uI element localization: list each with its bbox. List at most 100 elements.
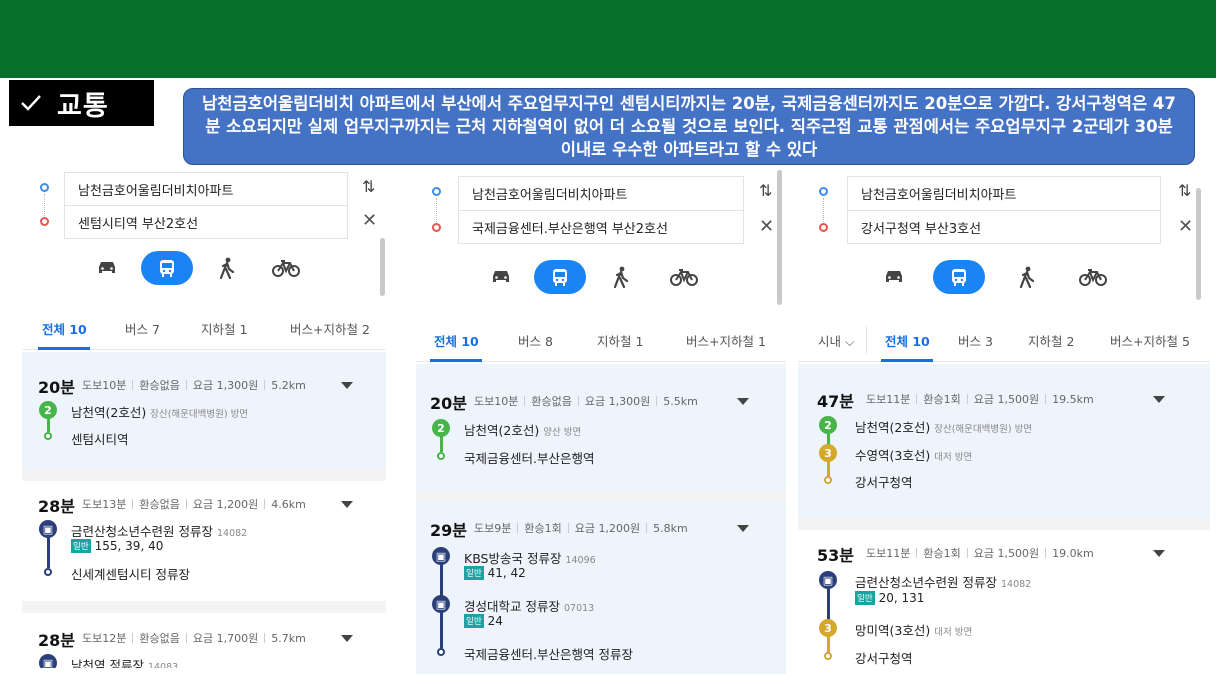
boarding-stop: 남천역 정류장 14083 xyxy=(71,658,179,668)
tab-all[interactable]: 전체 10 xyxy=(885,331,930,350)
filter-dropdown[interactable]: 시내 ⌵ xyxy=(818,331,854,350)
transit-mode-icon[interactable] xyxy=(141,251,193,285)
card-divider xyxy=(22,469,386,481)
tab-all[interactable]: 전체 10 xyxy=(42,319,87,338)
arrival-dot-icon xyxy=(437,648,445,656)
expand-caret-icon[interactable] xyxy=(341,635,353,642)
route-meta: 도보10분 환승없음 요금 1,300원 5.5km xyxy=(474,395,698,408)
close-icon[interactable]: ✕ xyxy=(1178,216,1193,237)
bus-icon: ▣ xyxy=(432,595,450,613)
route-duration: 28분 xyxy=(38,497,75,516)
bike-mode-icon[interactable] xyxy=(269,255,303,281)
route-duration: 29분 xyxy=(430,521,467,540)
destination-dot-icon xyxy=(819,223,828,232)
route-card[interactable]: 28분 도보12분 환승없음 요금 1,700원 5.7km ▣ 남천역 정류장 140… xyxy=(22,613,386,668)
route-card[interactable]: 53분 도보11분 환승1회 요금 1,500원 19.0km ▣ 금련산청소년수련원… xyxy=(798,530,1210,674)
bike-mode-icon[interactable] xyxy=(1076,264,1110,290)
line2-icon: 2 xyxy=(39,401,57,419)
tab-all[interactable]: 전체 10 xyxy=(434,331,479,350)
car-mode-icon[interactable] xyxy=(90,255,124,281)
arrival-stop: 강서구청역 xyxy=(855,475,913,490)
tab-bus-subway[interactable]: 버스+지하철 2 xyxy=(290,319,370,338)
tab-underline xyxy=(38,347,90,350)
origin-input[interactable]: 남천금호어울림더비치아파트 xyxy=(64,172,348,206)
destination-input[interactable]: 센텀시티역 부산2호선 xyxy=(64,205,348,239)
arrival-dot-icon xyxy=(824,476,832,484)
route-connector xyxy=(436,198,437,222)
scrollbar[interactable] xyxy=(1196,188,1201,300)
close-icon[interactable]: ✕ xyxy=(759,216,774,237)
bus-icon: ▣ xyxy=(432,547,450,565)
bus-numbers: 일반 41, 42 xyxy=(464,566,526,580)
tab-bus[interactable]: 버스 8 xyxy=(518,331,553,350)
arrival-dot-icon xyxy=(44,568,52,576)
route-meta: 도보11분 환승1회 요금 1,500원 19.0km xyxy=(866,547,1094,560)
transfer-stop: 망미역(3호선) 대저 방면 xyxy=(855,623,973,638)
route-tabs: 전체 10 버스 8 지하철 1 버스+지하철 1 xyxy=(416,320,786,362)
section-tag: 교통 xyxy=(9,80,154,126)
route-card[interactable]: 20분 도보10분 환승없음 요금 1,300원 5.2km 2 남천역(2호선) 장산… xyxy=(22,352,386,469)
expand-caret-icon[interactable] xyxy=(341,501,353,508)
origin-input[interactable]: 남천금호어울림더비치아파트 xyxy=(458,176,744,210)
close-icon[interactable]: ✕ xyxy=(362,210,377,231)
scrollbar[interactable] xyxy=(777,170,782,305)
top-banner xyxy=(0,0,1216,78)
boarding-stop: 금련산청소년수련원 정류장 14082 xyxy=(855,575,1032,590)
route-duration: 28분 xyxy=(38,631,75,650)
origin-input[interactable]: 남천금호어울림더비치아파트 xyxy=(847,176,1161,210)
bike-mode-icon[interactable] xyxy=(667,264,701,290)
tab-bus[interactable]: 버스 7 xyxy=(125,319,160,338)
expand-caret-icon[interactable] xyxy=(1153,396,1165,403)
expand-caret-icon[interactable] xyxy=(1153,550,1165,557)
tab-bus-subway[interactable]: 버스+지하철 5 xyxy=(1110,331,1190,350)
bus-icon: ▣ xyxy=(39,654,57,668)
arrival-dot-icon xyxy=(824,652,832,660)
tab-bus-subway[interactable]: 버스+지하철 1 xyxy=(686,331,766,350)
destination-input[interactable]: 강서구청역 부산3호선 xyxy=(847,210,1161,244)
route-card[interactable]: 28분 도보13분 환승없음 요금 1,200원 4.6km ▣ 금련산청소년수련원 … xyxy=(22,481,386,601)
scrollbar[interactable] xyxy=(380,238,385,296)
route-meta: 도보9분 환승1회 요금 1,200원 5.8km xyxy=(474,522,688,535)
arrival-stop: 국제금융센터.부산은행역 xyxy=(464,451,595,466)
tab-bus[interactable]: 버스 3 xyxy=(958,331,993,350)
walk-mode-icon[interactable] xyxy=(604,264,638,290)
line3-icon: 3 xyxy=(819,619,837,637)
boarding-stop: 남천역(2호선) 장산(해운대백병원) 방면 xyxy=(855,420,1033,435)
route-duration: 53분 xyxy=(817,546,854,565)
arrival-stop: 센텀시티역 xyxy=(71,432,129,447)
destination-dot-icon xyxy=(40,217,49,226)
car-mode-icon[interactable] xyxy=(877,264,911,290)
walk-mode-icon[interactable] xyxy=(210,255,244,281)
car-mode-icon[interactable] xyxy=(484,264,518,290)
expand-caret-icon[interactable] xyxy=(737,398,749,405)
route-meta: 도보13분 환승없음 요금 1,200원 4.6km xyxy=(82,498,306,511)
tab-subway[interactable]: 지하철 1 xyxy=(201,319,247,338)
tab-subway[interactable]: 지하철 1 xyxy=(597,331,643,350)
swap-icon[interactable]: ⇅ xyxy=(759,181,772,200)
card-divider xyxy=(798,518,1210,530)
card-divider xyxy=(416,490,786,502)
tab-subway[interactable]: 지하철 2 xyxy=(1028,331,1074,350)
swap-icon[interactable]: ⇅ xyxy=(362,177,375,196)
transit-mode-icon[interactable] xyxy=(933,260,985,294)
transit-mode-icon[interactable] xyxy=(534,260,586,294)
route-card[interactable]: 29분 도보9분 환승1회 요금 1,200원 5.8km ▣ KBS방송국 정류장 1… xyxy=(416,502,786,674)
bus-icon: ▣ xyxy=(39,520,57,538)
route-meta: 도보10분 환승없음 요금 1,300원 5.2km xyxy=(82,379,306,392)
route-card[interactable]: 47분 도보11분 환승1회 요금 1,500원 19.5km 2 남천역(2호선) 장… xyxy=(798,364,1210,518)
boarding-stop: 남천역(2호선) 장산(해운대백병원) 방면 xyxy=(71,405,249,420)
expand-caret-icon[interactable] xyxy=(737,525,749,532)
route-connector xyxy=(823,198,824,222)
route-panel-gangseo: 남천금호어울림더비치아파트 강서구청역 부산3호선 ⇅ ✕ 시내 ⌵ 전체 10… xyxy=(798,170,1210,674)
swap-icon[interactable]: ⇅ xyxy=(1178,181,1191,200)
destination-dot-icon xyxy=(432,223,441,232)
route-panel-centum: 남천금호어울림더비치아파트 센텀시티역 부산2호선 ⇅ ✕ 전체 10 버스 7… xyxy=(22,168,386,668)
walk-mode-icon[interactable] xyxy=(1010,264,1044,290)
route-card[interactable]: 20분 도보10분 환승없음 요금 1,300원 5.5km 2 남천역(2호선) 양산… xyxy=(416,364,786,490)
destination-input[interactable]: 국제금융센터.부산은행역 부산2호선 xyxy=(458,210,744,244)
section-title: 교통 xyxy=(57,90,109,122)
expand-caret-icon[interactable] xyxy=(341,382,353,389)
route-panel-ifc: 남천금호어울림더비치아파트 국제금융센터.부산은행역 부산2호선 ⇅ ✕ 전체 … xyxy=(416,170,786,674)
boarding-stop: 남천역(2호선) 양산 방면 xyxy=(464,423,582,438)
boarding-stop: 금련산청소년수련원 정류장 14082 xyxy=(71,524,248,539)
